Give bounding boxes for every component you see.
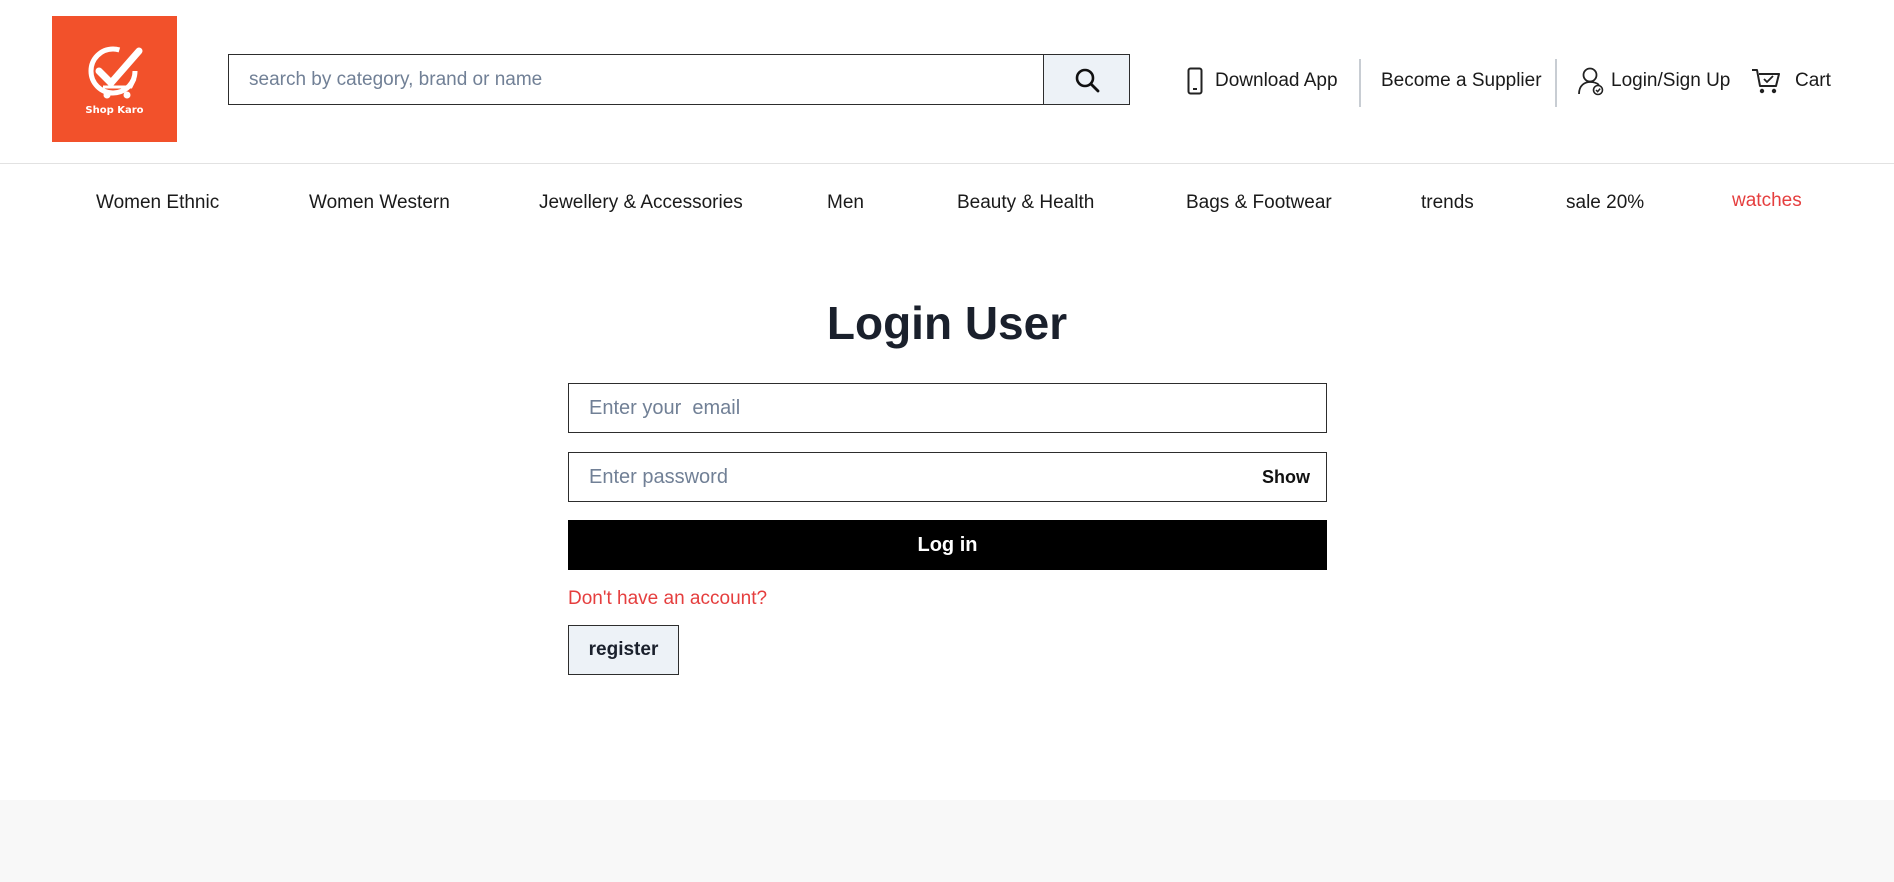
category-women-ethnic[interactable]: Women Ethnic <box>96 192 219 214</box>
category-trends[interactable]: trends <box>1421 192 1474 214</box>
search-input[interactable] <box>229 55 1043 104</box>
download-app-label: Download App <box>1215 70 1338 91</box>
header-divider <box>1555 59 1557 107</box>
category-bags-footwear[interactable]: Bags & Footwear <box>1186 192 1332 214</box>
cart-label: Cart <box>1795 70 1831 91</box>
login-signup-link[interactable]: Login/Sign Up <box>1577 54 1730 108</box>
header-divider <box>1359 59 1361 107</box>
no-account-text: Don't have an account? <box>568 588 768 609</box>
mobile-phone-icon <box>1187 67 1203 95</box>
page-title: Login User <box>826 297 1068 349</box>
login-signup-label: Login/Sign Up <box>1611 70 1731 91</box>
login-button[interactable]: Log in <box>568 520 1327 570</box>
footer <box>0 800 1894 882</box>
search-button[interactable] <box>1043 55 1129 104</box>
register-button[interactable]: register <box>568 625 679 675</box>
category-jewellery-accessories[interactable]: Jewellery & Accessories <box>539 192 743 214</box>
become-supplier-link[interactable]: Become a Supplier <box>1381 54 1542 108</box>
category-sale[interactable]: sale 20% <box>1566 192 1644 214</box>
cart-icon <box>1752 69 1780 94</box>
category-women-western[interactable]: Women Western <box>309 192 450 214</box>
category-nav: Women Ethnic Women Western Jewellery & A… <box>0 186 1894 220</box>
search-icon <box>1075 68 1099 92</box>
become-supplier-label: Become a Supplier <box>1381 70 1542 91</box>
password-input[interactable] <box>569 453 1262 501</box>
logo-text: Shop Karo <box>85 104 144 116</box>
email-input[interactable] <box>569 384 1326 432</box>
category-beauty-health[interactable]: Beauty & Health <box>957 192 1094 214</box>
category-men[interactable]: Men <box>827 192 864 214</box>
search-bar <box>228 54 1130 105</box>
site-header: Shop Karo Download App Become a Supplier… <box>0 0 1894 164</box>
shop-karo-logo[interactable]: Shop Karo <box>52 16 177 142</box>
user-profile-icon <box>1578 67 1604 96</box>
show-password-button[interactable]: Show <box>1262 467 1310 488</box>
download-app-link[interactable]: Download App <box>1187 54 1338 108</box>
password-field: Show <box>568 452 1327 502</box>
cart-link[interactable]: Cart <box>1751 54 1831 108</box>
category-watches[interactable]: watches <box>1732 190 1802 212</box>
cart-check-logo-icon <box>88 46 142 98</box>
email-field <box>568 383 1327 433</box>
